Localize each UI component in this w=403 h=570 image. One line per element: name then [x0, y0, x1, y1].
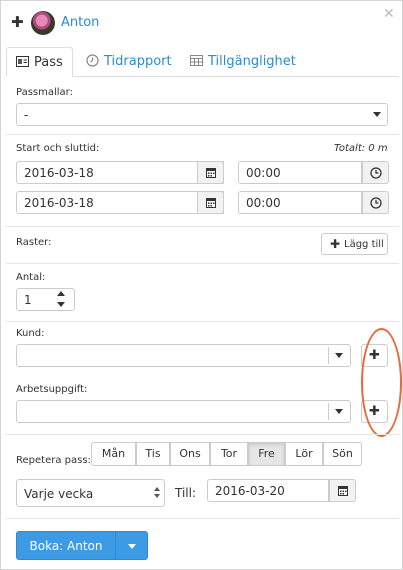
chevron-down-icon: [335, 409, 343, 414]
till-date-value: 2016-03-20: [215, 484, 285, 498]
stepper-up-icon[interactable]: [57, 291, 65, 296]
end-date-calendar-button[interactable]: [197, 191, 224, 214]
select-divider: [328, 403, 329, 420]
sort-down-icon: [154, 494, 160, 498]
weekday-toggle-group: Mån Tis Ons Tor Fre Lör Sön: [91, 442, 363, 466]
day-toggle-fre[interactable]: Fre: [248, 442, 285, 466]
clock-icon: [370, 197, 382, 209]
day-toggle-tis[interactable]: Tis: [136, 442, 170, 466]
tab-tillganglighet-label: Tillgänglighet: [208, 54, 296, 69]
day-toggle-man[interactable]: Mån: [91, 442, 136, 466]
chevron-down-icon: [335, 353, 343, 358]
chevron-down-icon: [373, 112, 381, 117]
antal-value: 1: [24, 293, 32, 307]
expand-plus-icon[interactable]: ✚: [11, 14, 24, 30]
stepper-down-icon[interactable]: [57, 302, 65, 307]
add-raster-button[interactable]: ✚ Lägg till: [321, 233, 388, 255]
calendar-icon: [206, 198, 216, 208]
section-divider: [6, 134, 399, 135]
start-date-calendar-button[interactable]: [197, 161, 224, 184]
antal-label: Antal:: [16, 272, 46, 283]
start-time-value: 00:00: [246, 166, 281, 180]
kund-select[interactable]: [16, 344, 351, 367]
frequency-select[interactable]: Varje vecka: [16, 479, 165, 507]
end-date-input[interactable]: 2016-03-18: [16, 191, 224, 214]
calendar-icon: [206, 168, 216, 178]
tab-pass-label: Pass: [34, 55, 63, 70]
day-toggle-tor[interactable]: Tor: [210, 442, 248, 466]
sort-up-icon: [154, 487, 160, 491]
end-time-value: 00:00: [246, 196, 281, 210]
till-date-input[interactable]: 2016-03-20: [207, 479, 356, 502]
end-time-input[interactable]: 00:00: [238, 191, 389, 214]
booking-panel: ✚ Anton ✕ Pass Tidrapport Tillgänglighet…: [0, 0, 403, 570]
plus-icon: ✚: [330, 237, 341, 251]
id-card-icon: [16, 56, 29, 67]
start-time-input[interactable]: 00:00: [238, 161, 389, 184]
book-button-label: Boka: Anton: [29, 539, 103, 553]
day-toggle-ons[interactable]: Ons: [170, 442, 210, 466]
raster-label: Raster:: [16, 237, 52, 248]
tab-tidrapport[interactable]: Tidrapport: [77, 47, 181, 77]
chevron-down-icon: [128, 544, 136, 549]
arbetsuppgift-select[interactable]: [16, 400, 351, 423]
kund-label: Kund:: [16, 328, 45, 339]
frequency-value: Varje vecka: [24, 487, 94, 501]
avatar: [31, 11, 55, 35]
day-toggle-son[interactable]: Sön: [323, 442, 362, 466]
section-divider: [6, 434, 399, 435]
end-time-clock-button[interactable]: [362, 191, 389, 214]
start-time-clock-button[interactable]: [362, 161, 389, 184]
section-divider: [6, 263, 399, 264]
till-label: Till:: [175, 486, 197, 500]
calendar-icon: [190, 55, 203, 66]
close-icon[interactable]: ✕: [383, 6, 395, 22]
calendar-icon: [338, 486, 348, 496]
clock-icon: [86, 54, 99, 67]
tab-tillganglighet[interactable]: Tillgänglighet: [181, 47, 305, 77]
antal-stepper[interactable]: 1: [16, 288, 75, 311]
passmallar-select[interactable]: -: [16, 103, 388, 126]
book-button[interactable]: Boka: Anton: [16, 531, 116, 560]
end-date-value: 2016-03-18: [24, 196, 94, 210]
user-name-link[interactable]: Anton: [61, 15, 99, 30]
section-divider: [6, 518, 399, 519]
arbetsuppgift-label: Arbetsuppgift:: [16, 384, 88, 395]
day-toggle-lor[interactable]: Lör: [285, 442, 323, 466]
passmallar-label: Passmallar:: [16, 87, 73, 98]
passmallar-value: -: [24, 108, 29, 122]
start-date-input[interactable]: 2016-03-18: [16, 161, 224, 184]
clock-icon: [370, 167, 382, 179]
total-text: Totalt: 0 m: [334, 143, 388, 154]
section-divider: [6, 321, 399, 322]
time-label: Start och sluttid:: [16, 143, 100, 154]
tab-pass[interactable]: Pass: [6, 47, 73, 77]
tab-tidrapport-label: Tidrapport: [104, 54, 172, 69]
select-divider: [328, 347, 329, 364]
till-date-calendar-button[interactable]: [329, 479, 356, 502]
start-date-value: 2016-03-18: [24, 166, 94, 180]
repeat-label: Repetera pass:: [16, 455, 91, 466]
annotation-oval: [361, 328, 402, 437]
section-divider: [6, 226, 399, 227]
book-options-dropdown[interactable]: [115, 531, 148, 560]
add-raster-label: Lägg till: [344, 239, 384, 250]
